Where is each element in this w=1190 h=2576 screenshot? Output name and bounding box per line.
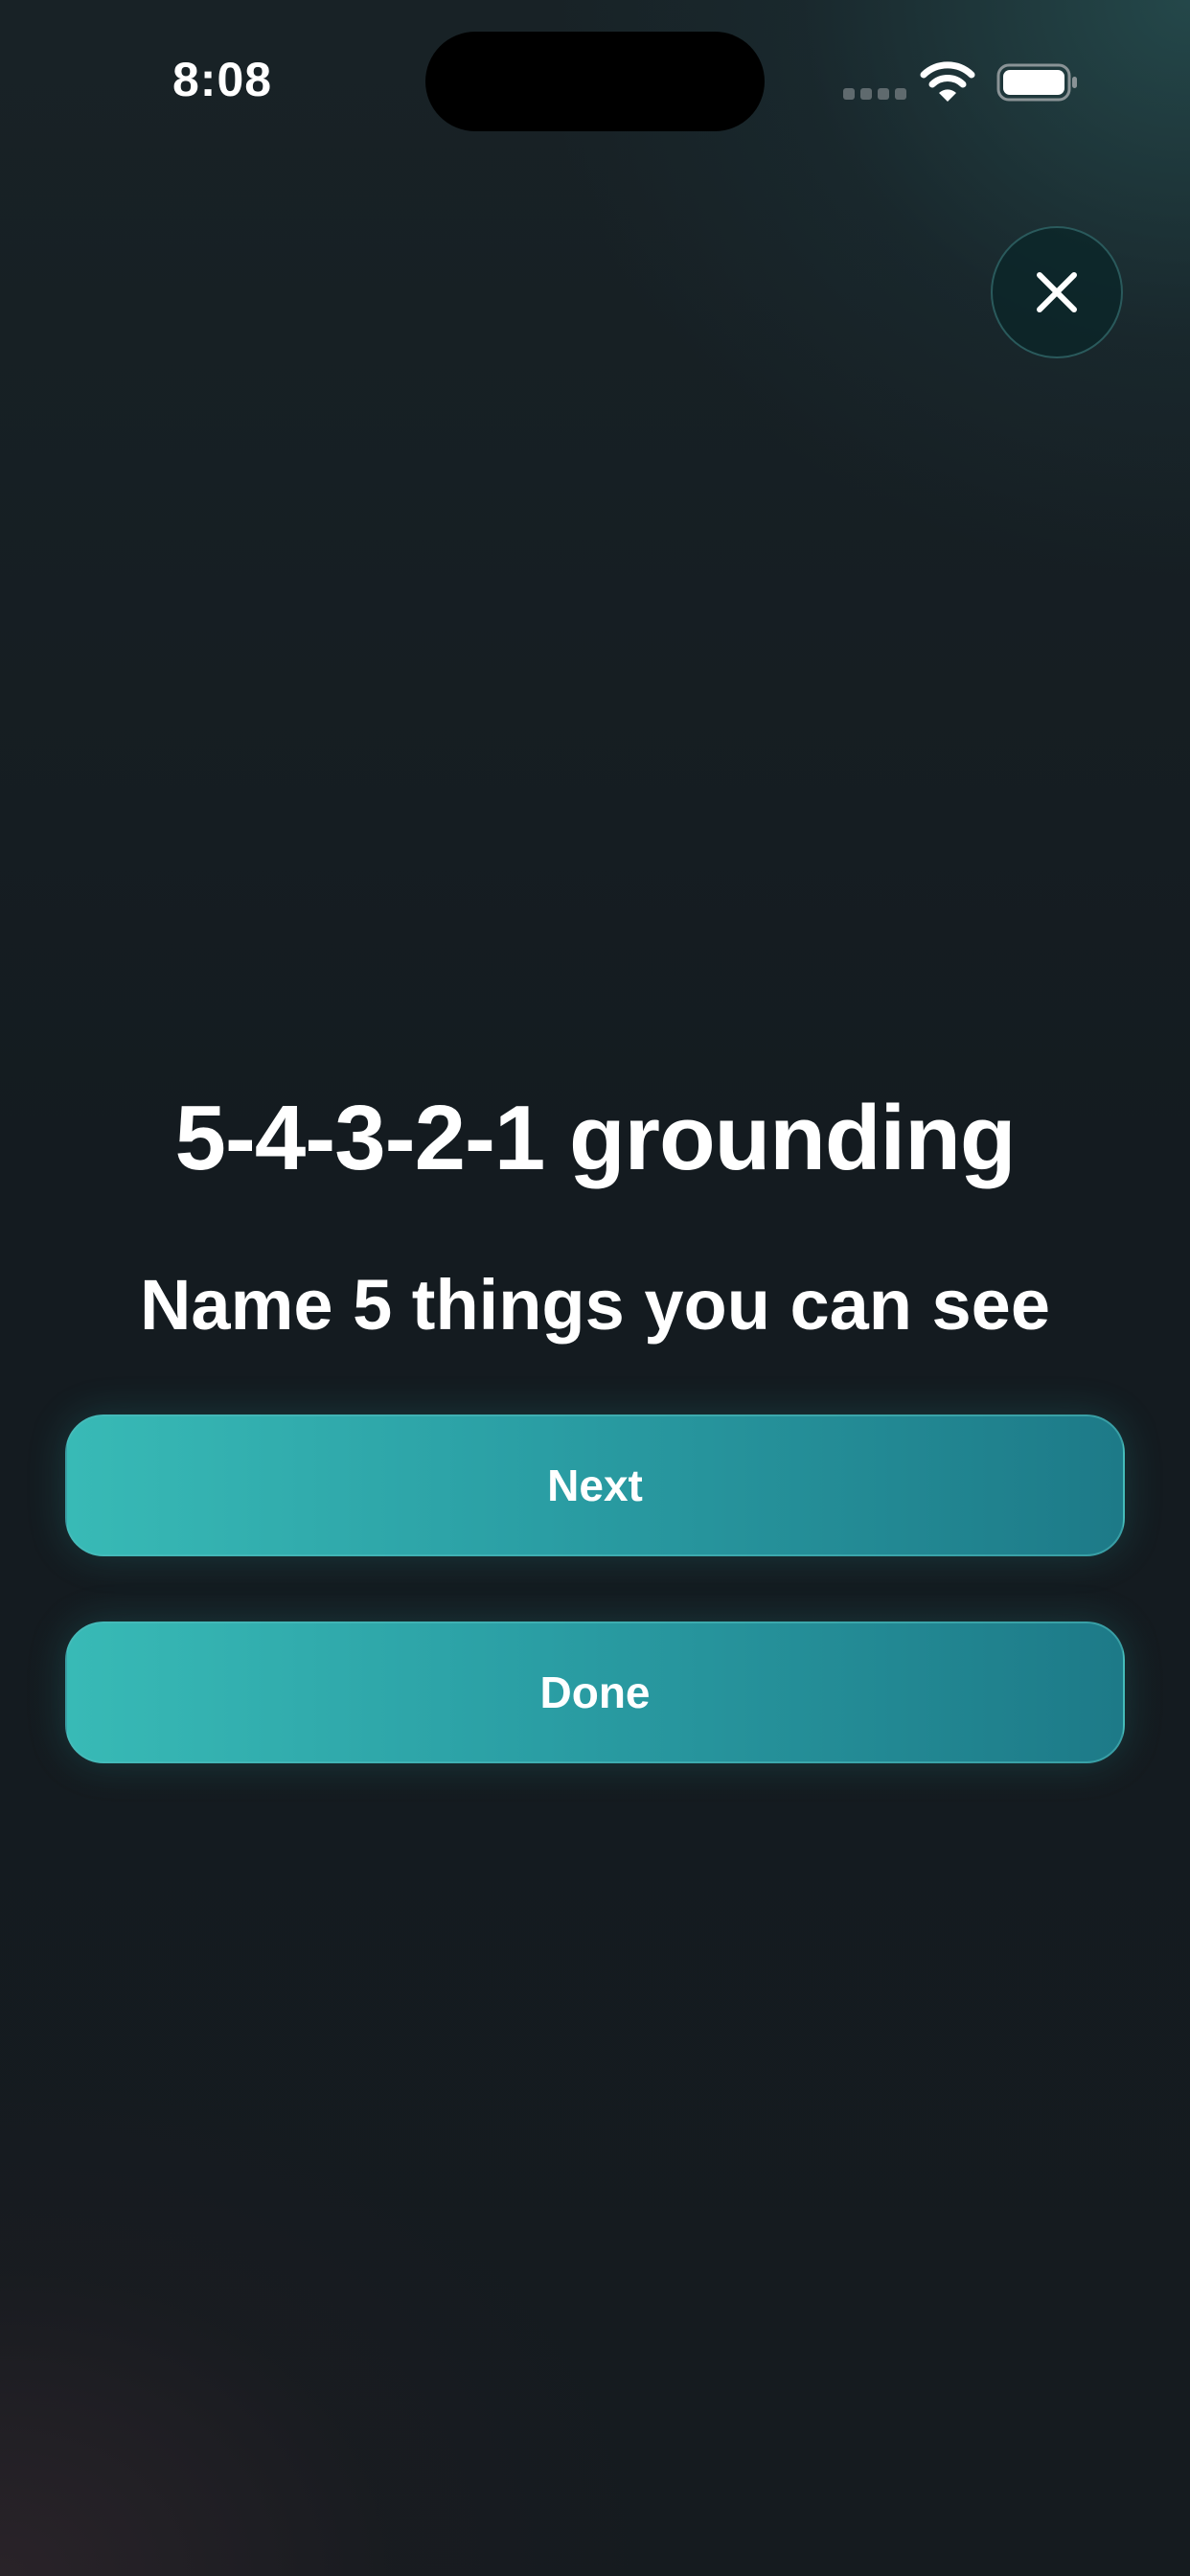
done-button[interactable]: Done [65,1622,1125,1763]
wifi-icon [920,61,975,102]
dynamic-island [425,32,765,131]
grounding-exercise-screen: 8:08 5-4-3-2-1 grounding Name 5 things y… [0,0,1190,2576]
close-icon [1037,272,1077,312]
cellular-signal-icon [843,88,906,100]
next-button[interactable]: Next [65,1414,1125,1556]
battery-icon [996,63,1077,102]
exercise-prompt: Name 5 things you can see [139,1265,1050,1345]
close-button[interactable] [991,226,1123,358]
status-time: 8:08 [172,53,273,106]
exercise-title: 5-4-3-2-1 grounding [174,1087,1016,1189]
